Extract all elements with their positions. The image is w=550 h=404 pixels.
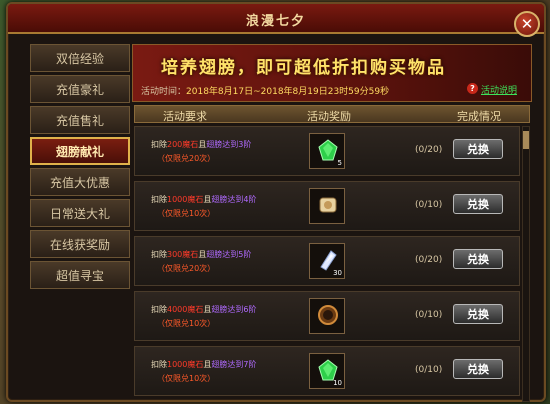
reward-list: 扣除200魔石且翅膀达到3阶 （仅限兑20次） 5 (0/20) 兑换 扣除10… <box>134 126 520 402</box>
reward-slot[interactable]: 30 <box>309 243 345 279</box>
sidebar-item-double-exp[interactable]: 双倍经验 <box>30 44 130 72</box>
crystal-shard-icon <box>320 250 337 271</box>
row-limit: （仅限兑10次） <box>157 319 216 328</box>
reward-slot[interactable]: 10 <box>309 353 345 389</box>
bronze-ring-icon <box>318 305 338 325</box>
sidebar: 双倍经验 充值豪礼 充值售礼 翅膀献礼 充值大优惠 日常送大礼 在线获奖励 超值… <box>30 44 130 289</box>
row-requirement: 扣除1000魔石且翅膀达到7阶 <box>151 360 257 369</box>
row-limit: （仅限兑20次） <box>157 154 216 163</box>
sidebar-item-wing-gift[interactable]: 翅膀献礼 <box>30 137 130 165</box>
row-requirement: 扣除300魔石且翅膀达到5阶 <box>151 250 252 259</box>
window-title: 浪漫七夕 <box>245 14 306 29</box>
scroll-thumb[interactable] <box>523 131 529 149</box>
reward-slot[interactable] <box>309 298 345 334</box>
redeem-button[interactable]: 兑换 <box>453 249 503 269</box>
help-icon[interactable]: ? <box>467 83 478 94</box>
sidebar-item-online-reward[interactable]: 在线获奖励 <box>30 230 130 258</box>
window-titlebar: 浪漫七夕 <box>8 4 544 34</box>
row-limit: （仅限兑10次） <box>157 209 216 218</box>
event-time: 活动时间：2018年8月17日~2018年8月19日23时59分59秒 <box>141 87 390 97</box>
header-status: 完成情况 <box>457 110 501 123</box>
redeem-button[interactable]: 兑换 <box>453 194 503 214</box>
close-icon: ✕ <box>520 15 534 33</box>
banner-headline: 培养翅膀，即可超低折扣购买物品 <box>161 58 446 78</box>
table-row: 扣除300魔石且翅膀达到5阶 （仅限兑20次） 30 (0/20) 兑换 <box>134 236 520 286</box>
redeem-button[interactable]: 兑换 <box>453 139 503 159</box>
table-row: 扣除1000魔石且翅膀达到4阶 （仅限兑10次） (0/10) 兑换 <box>134 181 520 231</box>
reward-quantity: 30 <box>333 269 342 277</box>
reward-quantity: 10 <box>333 379 342 387</box>
row-progress: (0/10) <box>415 310 443 320</box>
sidebar-item-recharge-gift[interactable]: 充值豪礼 <box>30 75 130 103</box>
green-gem-icon <box>318 359 338 381</box>
table-header: 活动要求 活动奖励 完成情况 <box>134 105 530 123</box>
table-row: 扣除200魔石且翅膀达到3阶 （仅限兑20次） 5 (0/20) 兑换 <box>134 126 520 176</box>
row-progress: (0/10) <box>415 365 443 375</box>
reward-slot[interactable] <box>309 188 345 224</box>
redeem-button[interactable]: 兑换 <box>453 304 503 324</box>
event-info-link[interactable]: 活动说明 <box>481 83 517 96</box>
table-row: 扣除4000魔石且翅膀达到6阶 （仅限兑10次） (0/10) 兑换 <box>134 291 520 341</box>
row-progress: (0/10) <box>415 200 443 210</box>
sidebar-item-daily-gift[interactable]: 日常送大礼 <box>30 199 130 227</box>
row-requirement: 扣除200魔石且翅膀达到3阶 <box>151 140 252 149</box>
list-scrollbar[interactable] <box>522 126 530 402</box>
sidebar-item-recharge-discount[interactable]: 充值大优惠 <box>30 168 130 196</box>
scroll-item-icon <box>319 197 337 213</box>
header-requirement: 活动要求 <box>163 110 207 123</box>
sidebar-item-recharge-sale[interactable]: 充值售礼 <box>30 106 130 134</box>
row-requirement: 扣除4000魔石且翅膀达到6阶 <box>151 305 257 314</box>
row-limit: （仅限兑10次） <box>157 374 216 383</box>
event-window: 浪漫七夕 ✕ 双倍经验 充值豪礼 充值售礼 翅膀献礼 充值大优惠 日常送大礼 在… <box>6 2 546 402</box>
reward-slot[interactable]: 5 <box>309 133 345 169</box>
table-row: 扣除1000魔石且翅膀达到7阶 （仅限兑10次） 10 (0/10) 兑换 <box>134 346 520 396</box>
header-reward: 活动奖励 <box>307 110 351 123</box>
sidebar-item-treasure[interactable]: 超值寻宝 <box>30 261 130 289</box>
row-progress: (0/20) <box>415 145 443 155</box>
row-progress: (0/20) <box>415 255 443 265</box>
row-limit: （仅限兑20次） <box>157 264 216 273</box>
reward-quantity: 5 <box>337 159 342 167</box>
redeem-button[interactable]: 兑换 <box>453 359 503 379</box>
event-banner: 培养翅膀，即可超低折扣购买物品 活动时间：2018年8月17日~2018年8月1… <box>132 44 532 102</box>
close-button[interactable]: ✕ <box>514 11 540 37</box>
green-gem-icon <box>318 139 338 161</box>
row-requirement: 扣除1000魔石且翅膀达到4阶 <box>151 195 257 204</box>
